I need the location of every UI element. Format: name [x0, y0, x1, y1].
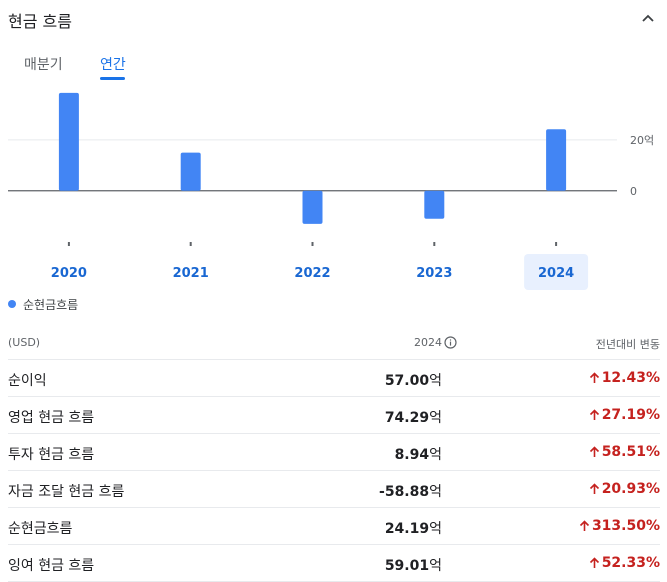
- row-value-number: 24.19: [384, 521, 430, 537]
- tab-annual[interactable]: 연간: [100, 54, 126, 74]
- row-label: 자금 조달 현금 흐름: [8, 484, 125, 500]
- row-change: 52.33%: [589, 555, 660, 571]
- row-change-value: 27.19%: [601, 407, 660, 423]
- row-value-unit: 억: [429, 484, 442, 500]
- row-change: 20.93%: [589, 481, 660, 497]
- arrow-up-icon: [589, 483, 599, 494]
- legend-label: 순현금흐름: [23, 297, 79, 312]
- x-category-label[interactable]: 2023: [416, 266, 452, 281]
- row-value-unit: 억: [429, 447, 442, 463]
- row-value-unit: 억: [429, 558, 442, 574]
- x-category-label[interactable]: 2021: [173, 266, 209, 281]
- row-change-value: 313.50%: [591, 518, 660, 534]
- x-tick-mark: [311, 242, 314, 246]
- row-change: 27.19%: [589, 407, 660, 423]
- x-category-label[interactable]: 2020: [51, 266, 87, 281]
- row-label: 순현금흐름: [8, 521, 73, 537]
- table-row[interactable]: 투자 현금 흐름 8.94억 58.51%: [8, 434, 660, 471]
- arrow-up-icon: [589, 372, 599, 383]
- row-label: 영업 현금 흐름: [8, 410, 95, 426]
- bar-2021[interactable]: [180, 152, 201, 191]
- y-tick-label: 0: [630, 185, 637, 198]
- collapse-button[interactable]: [638, 8, 658, 28]
- x-category-label[interactable]: 2024: [538, 266, 574, 281]
- currency-header: (USD): [8, 336, 41, 349]
- row-change: 58.51%: [589, 444, 660, 460]
- table-row[interactable]: 자금 조달 현금 흐름 -58.88억 20.93%: [8, 471, 660, 508]
- table-row[interactable]: 영업 현금 흐름 74.29억 27.19%: [8, 397, 660, 434]
- row-change-value: 20.93%: [601, 481, 660, 497]
- cash-flow-chart: 20억 0 2020 2021 2022 2023 2024: [8, 92, 654, 290]
- bar-2023[interactable]: [424, 190, 445, 219]
- active-tab-indicator: [100, 77, 125, 80]
- x-category-label[interactable]: 2022: [294, 266, 330, 281]
- bar-2020[interactable]: [58, 92, 79, 191]
- row-value: 59.01억: [385, 555, 442, 575]
- row-change: 313.50%: [579, 518, 660, 534]
- table-row[interactable]: 순현금흐름 24.19억 313.50%: [8, 508, 660, 545]
- row-value: 57.00억: [385, 370, 442, 390]
- x-tick-mark: [433, 242, 436, 246]
- y-tick-label: 20억: [630, 134, 654, 147]
- row-value: 24.19억: [385, 518, 442, 538]
- table-row[interactable]: 순이익 57.00억 12.43%: [8, 360, 660, 397]
- row-label: 투자 현금 흐름: [8, 447, 95, 463]
- row-value-number: 59.01: [384, 558, 430, 574]
- chevron-up-icon: [642, 14, 654, 22]
- bar-2024[interactable]: [546, 129, 567, 191]
- row-change: 12.43%: [589, 370, 660, 386]
- row-value: -58.88억: [379, 481, 442, 501]
- row-value-number: 57.00: [384, 373, 430, 389]
- arrow-up-icon: [589, 557, 599, 568]
- arrow-up-icon: [589, 446, 599, 457]
- bar-2022[interactable]: [302, 190, 323, 224]
- row-change-value: 12.43%: [601, 370, 660, 386]
- x-tick-mark: [555, 242, 558, 246]
- legend-dot: [8, 300, 16, 308]
- row-value-unit: 억: [429, 373, 442, 389]
- row-value-unit: 억: [429, 410, 442, 426]
- row-label: 잉여 현금 흐름: [8, 558, 95, 574]
- row-label: 순이익: [8, 373, 47, 389]
- change-header: 전년대비 변동: [595, 338, 660, 351]
- row-value: 74.29억: [385, 407, 442, 427]
- row-value-number: -58.88: [379, 484, 430, 500]
- chart-legend: 순현금흐름: [8, 296, 78, 312]
- row-change-value: 58.51%: [601, 444, 660, 460]
- row-value: 8.94억: [395, 444, 442, 464]
- table-row[interactable]: 잉여 현금 흐름 59.01억 52.33%: [8, 545, 660, 582]
- card-title: 현금 흐름: [8, 12, 72, 31]
- tab-quarterly[interactable]: 매분기: [24, 54, 63, 74]
- x-tick-mark: [67, 242, 70, 246]
- arrow-up-icon: [579, 520, 590, 531]
- row-value-unit: 억: [429, 521, 442, 537]
- cash-flow-table: (USD) 2024 전년대비 변동 순이익 57.00억 12.43% 영업 현금 …: [8, 326, 660, 582]
- info-icon[interactable]: [444, 336, 457, 349]
- table-header: (USD) 2024 전년대비 변동: [8, 326, 660, 360]
- row-value-number: 8.94: [394, 447, 430, 463]
- x-tick-mark: [189, 242, 192, 246]
- arrow-up-icon: [589, 409, 599, 420]
- card-header: 현금 흐름: [8, 6, 660, 32]
- year-header: 2024: [414, 336, 442, 349]
- row-value-number: 74.29: [384, 410, 430, 426]
- row-change-value: 52.33%: [601, 555, 660, 571]
